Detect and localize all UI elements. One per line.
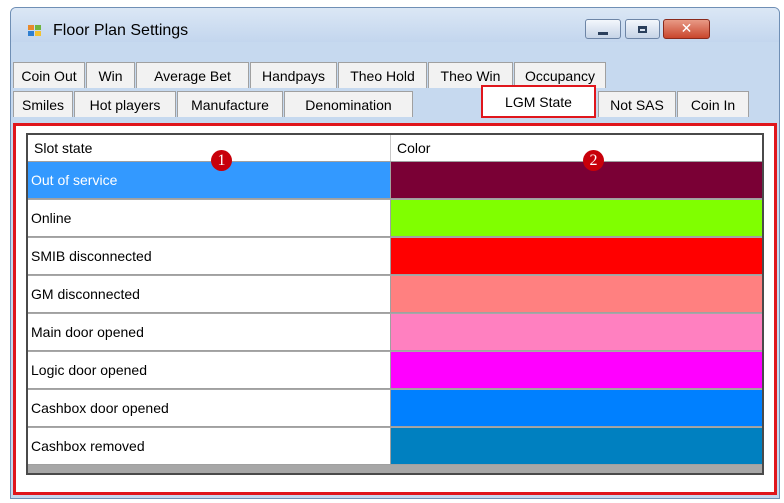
color-cell[interactable] (391, 276, 762, 313)
close-icon: ✕ (680, 21, 693, 37)
tab-occupancy[interactable]: Occupancy (514, 62, 606, 88)
annotation-badge-1: 1 (211, 150, 232, 171)
table-row[interactable]: Cashbox removed (28, 428, 762, 466)
slot-state-cell[interactable]: SMIB disconnected (28, 238, 391, 275)
tab-coin-in[interactable]: Coin In (677, 91, 749, 117)
slot-state-cell[interactable]: GM disconnected (28, 276, 391, 313)
tab-not-sas[interactable]: Not SAS (598, 91, 676, 117)
maximize-icon (638, 25, 647, 33)
annotation-badge-2: 2 (583, 150, 604, 171)
slot-state-cell[interactable]: Out of service (28, 162, 391, 199)
tab-row-1: Coin Out Win Average Bet Handpays Theo H… (11, 62, 779, 88)
title-bar: Floor Plan Settings ✕ (11, 8, 779, 42)
color-cell[interactable] (391, 390, 762, 427)
window-title: Floor Plan Settings (53, 22, 189, 39)
slot-state-cell[interactable]: Cashbox door opened (28, 390, 391, 427)
table-row[interactable]: GM disconnected (28, 276, 762, 314)
tab-lgm-state[interactable]: LGM State (481, 85, 596, 118)
tab-average-bet[interactable]: Average Bet (136, 62, 249, 88)
minimize-button[interactable] (585, 19, 621, 39)
slot-state-cell[interactable]: Logic door opened (28, 352, 391, 389)
tab-theo-win[interactable]: Theo Win (428, 62, 513, 88)
color-cell[interactable] (391, 428, 762, 465)
table-row[interactable]: Cashbox door opened (28, 390, 762, 428)
grid-header: Slot state Color (28, 135, 762, 162)
tab-row-2: Smiles Hot players Manufacture Denominat… (11, 85, 779, 118)
tab-handpays[interactable]: Handpays (250, 62, 337, 88)
app-icon (28, 25, 42, 37)
table-row[interactable]: Out of service (28, 162, 762, 200)
tab-hot-players[interactable]: Hot players (74, 91, 176, 117)
color-cell[interactable] (391, 352, 762, 389)
color-cell[interactable] (391, 200, 762, 237)
color-cell[interactable] (391, 238, 762, 275)
tab-smiles[interactable]: Smiles (13, 91, 73, 117)
slot-state-cell[interactable]: Cashbox removed (28, 428, 391, 465)
table-row[interactable]: SMIB disconnected (28, 238, 762, 276)
tab-theo-hold[interactable]: Theo Hold (338, 62, 427, 88)
slot-state-cell[interactable]: Online (28, 200, 391, 237)
column-header-color[interactable]: Color (391, 135, 762, 161)
tab-coin-out[interactable]: Coin Out (13, 62, 85, 88)
table-row[interactable]: Logic door opened (28, 352, 762, 390)
color-cell[interactable] (391, 314, 762, 351)
table-row[interactable]: Online (28, 200, 762, 238)
column-header-slot-state[interactable]: Slot state (28, 135, 391, 161)
slot-state-grid[interactable]: Slot state Color Out of service Online SMI… (26, 133, 764, 475)
tab-win[interactable]: Win (86, 62, 135, 88)
tab-manufacture[interactable]: Manufacture (177, 91, 283, 117)
color-cell[interactable] (391, 162, 762, 199)
table-row[interactable]: Main door opened (28, 314, 762, 352)
maximize-button[interactable] (625, 19, 660, 39)
minimize-icon (598, 31, 608, 35)
close-button[interactable]: ✕ (663, 19, 710, 39)
slot-state-cell[interactable]: Main door opened (28, 314, 391, 351)
tab-denomination[interactable]: Denomination (284, 91, 413, 117)
